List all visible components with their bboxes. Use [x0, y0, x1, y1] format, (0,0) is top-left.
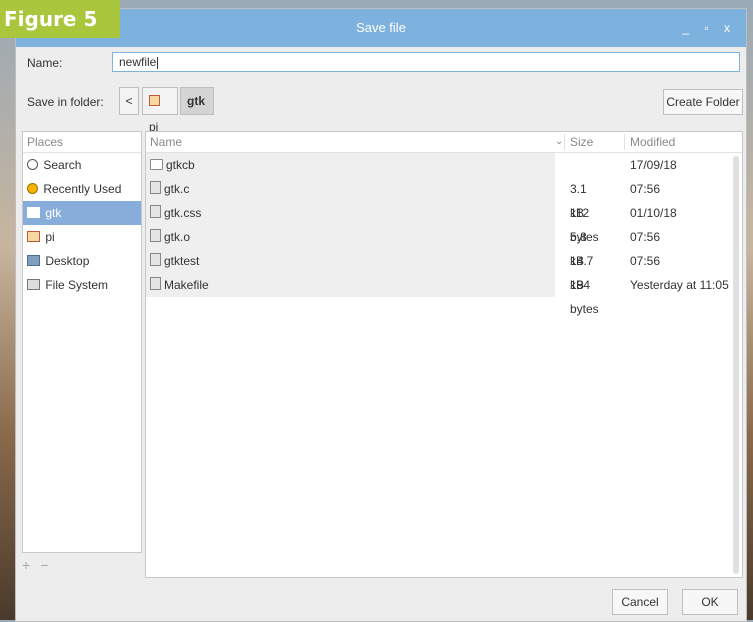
- file-modified: 01/10/18: [630, 206, 677, 220]
- sidebar-item-gtk[interactable]: gtk: [23, 201, 141, 225]
- file-name: gtk.css: [164, 206, 202, 220]
- executable-icon: [150, 253, 161, 266]
- file-modified: 17/09/18: [630, 158, 677, 172]
- text-file-icon: [150, 205, 161, 218]
- breadcrumb-pi[interactable]: pi: [142, 87, 178, 134]
- vertical-scrollbar[interactable]: [733, 156, 739, 574]
- window-title: Save file: [356, 20, 406, 35]
- sort-chevron-icon: ⌄: [555, 136, 564, 147]
- sidebar-item-label: File System: [45, 278, 109, 292]
- table-row[interactable]: gtktest 14.7 kB 07:56: [146, 249, 660, 292]
- sidebar-item-label: Desktop: [45, 254, 90, 268]
- file-modified: Yesterday at 11:05: [630, 278, 729, 292]
- file-modified: 07:56: [630, 182, 661, 196]
- save-in-folder-label: Save in folder:: [27, 95, 104, 109]
- file-name: gtktest: [164, 254, 200, 268]
- table-row[interactable]: gtk.c 3.1 kB 07:56: [146, 177, 660, 220]
- text-cursor: [157, 56, 159, 69]
- column-header-size[interactable]: Size: [570, 132, 593, 152]
- sidebar-item-label: gtk: [45, 206, 62, 220]
- table-row[interactable]: Makefile 194 bytes Yesterday at 11:05: [146, 273, 729, 316]
- add-bookmark-button[interactable]: +: [22, 557, 30, 573]
- clock-icon: [27, 183, 38, 194]
- file-modified: 07:56: [630, 254, 661, 268]
- create-folder-button[interactable]: Create Folder: [663, 89, 743, 115]
- sidebar-item-search[interactable]: Search: [23, 153, 141, 177]
- cancel-button[interactable]: Cancel: [612, 589, 668, 615]
- folder-icon: [27, 207, 40, 218]
- home-icon: [27, 231, 40, 242]
- figure-label: Figure 5: [0, 0, 120, 38]
- sidebar-item-recently-used[interactable]: Recently Used: [23, 177, 141, 201]
- table-row[interactable]: gtk.o 5.8 kB 07:56: [146, 225, 660, 268]
- column-header-name[interactable]: Name: [150, 132, 182, 152]
- search-icon: [27, 159, 38, 170]
- desktop-icon: [27, 255, 40, 266]
- text-file-icon: [150, 277, 161, 290]
- title-bar[interactable]: Save file _ ▫ x: [16, 9, 746, 47]
- sidebar-item-label: pi: [45, 230, 55, 244]
- ok-button[interactable]: OK: [682, 589, 738, 615]
- breadcrumb-gtk[interactable]: gtk: [180, 87, 214, 115]
- table-row[interactable]: gtk.css 112 bytes 01/10/18: [146, 201, 677, 244]
- save-file-dialog: Save file _ ▫ x Name: newfile Save in fo…: [15, 8, 747, 622]
- column-divider: [564, 134, 565, 150]
- home-icon: [149, 95, 160, 106]
- binary-file-icon: [150, 229, 161, 242]
- file-name: gtkcb: [166, 158, 195, 172]
- filename-input[interactable]: newfile: [112, 52, 740, 72]
- file-name: gtk.o: [164, 230, 191, 244]
- sidebar-item-label: Recently Used: [43, 182, 122, 196]
- drive-icon: [27, 279, 40, 290]
- table-row[interactable]: gtkcb 17/09/18: [146, 153, 677, 177]
- sidebar-item-file-system[interactable]: File System: [23, 273, 141, 297]
- file-modified: 07:56: [630, 230, 661, 244]
- file-list-header: Name ⌄ Size Modified: [146, 132, 742, 153]
- sidebar-item-pi[interactable]: pi: [23, 225, 141, 249]
- places-header: Places: [23, 132, 141, 153]
- file-name: gtk.c: [164, 182, 190, 196]
- file-size: 194 bytes: [570, 278, 599, 316]
- column-header-modified[interactable]: Modified: [630, 132, 675, 152]
- places-footer: + −: [22, 557, 58, 573]
- folder-icon: [150, 159, 163, 170]
- back-button[interactable]: <: [119, 87, 139, 115]
- text-file-icon: [150, 181, 161, 194]
- file-name: Makefile: [164, 278, 209, 292]
- name-row: Name: newfile: [16, 51, 746, 75]
- places-sidebar: Places Search Recently Used gtk pi Deskt…: [22, 131, 142, 553]
- filename-value: newfile: [119, 55, 157, 69]
- name-label: Name:: [27, 56, 63, 70]
- save-in-folder-row: Save in folder: < pi gtk Create Folder: [16, 87, 746, 134]
- remove-bookmark-button[interactable]: −: [40, 557, 48, 573]
- window-controls[interactable]: _ ▫ x: [682, 9, 736, 47]
- sidebar-item-label: Search: [43, 158, 82, 172]
- sidebar-item-desktop[interactable]: Desktop: [23, 249, 141, 273]
- file-list[interactable]: Name ⌄ Size Modified gtkcb 17/09/18 gtk.…: [145, 131, 743, 578]
- column-divider: [624, 134, 625, 150]
